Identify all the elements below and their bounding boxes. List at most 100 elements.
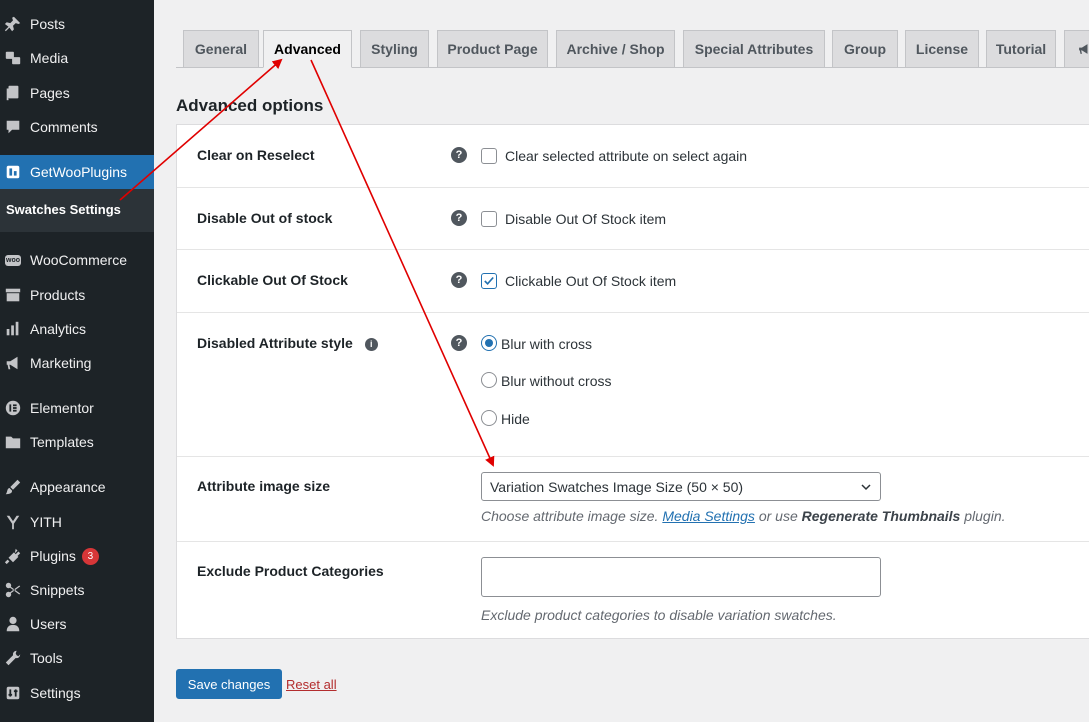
tab-license[interactable]: License	[905, 30, 979, 67]
tab-general[interactable]: General	[183, 30, 259, 67]
select-value: Variation Swatches Image Size (50 × 50)	[490, 478, 744, 495]
sidebar-item-woocommerce[interactable]: woo WooCommerce	[0, 243, 154, 277]
sidebar-item-label: Media	[30, 50, 69, 66]
sidebar-item-label: YITH	[30, 514, 62, 530]
sidebar-item-label: Templates	[30, 434, 94, 450]
plugins-update-badge: 3	[81, 547, 99, 565]
row-divider	[177, 249, 1089, 250]
disable-out-of-stock-checkbox[interactable]	[481, 211, 497, 227]
attribute-image-size-select[interactable]: Variation Swatches Image Size (50 × 50)	[481, 472, 881, 501]
tab-group[interactable]: Group	[832, 30, 898, 67]
plug-icon	[4, 547, 22, 565]
yith-icon	[4, 513, 22, 531]
sidebar-item-marketing[interactable]: Marketing	[0, 346, 154, 380]
disable-out-of-stock-label: Disable Out of stock	[197, 210, 333, 226]
sidebar-item-label: Comments	[30, 119, 98, 135]
radio-blur-without-cross-label[interactable]: Blur without cross	[501, 373, 611, 389]
bar-chart-icon	[4, 320, 22, 338]
sidebar-item-tools[interactable]: Tools	[0, 641, 154, 675]
tab-product-page[interactable]: Product Page	[437, 30, 548, 67]
sidebar-item-analytics[interactable]: Analytics	[0, 312, 154, 346]
help-icon[interactable]: ?	[451, 272, 467, 288]
clear-on-reselect-text[interactable]: Clear selected attribute on select again	[505, 148, 747, 164]
user-icon	[4, 615, 22, 633]
info-icon[interactable]: i	[364, 337, 378, 351]
sidebar-item-label: Analytics	[30, 321, 87, 337]
sidebar-item-plugins[interactable]: Plugins 3	[0, 539, 154, 573]
wrench-icon	[4, 649, 22, 667]
row-divider	[177, 541, 1089, 542]
tab-styling[interactable]: Styling	[360, 30, 429, 67]
row-divider	[177, 456, 1089, 457]
pin-icon	[4, 15, 22, 33]
archive-icon	[4, 286, 22, 304]
exclude-categories-desc: Exclude product categories to disable va…	[481, 607, 837, 623]
help-icon[interactable]: ?	[451, 210, 467, 226]
woo-logo-text: woo	[5, 254, 21, 266]
section-title: Advanced options	[176, 96, 324, 115]
sidebar-item-users[interactable]: Users	[0, 607, 154, 641]
tab-overflow[interactable]	[1064, 30, 1089, 67]
help-icon[interactable]: ?	[451, 335, 467, 351]
sidebar-subitem-swatches-settings[interactable]: Swatches Settings	[6, 202, 121, 217]
sidebar-item-appearance[interactable]: Appearance	[0, 470, 154, 504]
sidebar-item-media[interactable]: Media	[0, 41, 154, 75]
sidebar-item-label: Settings	[30, 685, 81, 701]
sidebar-item-snippets[interactable]: Snippets	[0, 573, 154, 607]
radio-hide-label[interactable]: Hide	[501, 411, 530, 427]
desc-mid: or use	[758, 508, 798, 524]
clear-on-reselect-checkbox[interactable]	[481, 148, 497, 164]
elementor-icon	[4, 399, 22, 417]
clickable-out-of-stock-label: Clickable Out Of Stock	[197, 272, 348, 288]
radio-blur-without-cross[interactable]	[481, 372, 497, 388]
scissors-icon	[4, 581, 22, 599]
sidebar-item-pages[interactable]: Pages	[0, 76, 154, 110]
megaphone-icon	[4, 354, 22, 372]
megaphone-icon	[1079, 44, 1088, 54]
radio-hide[interactable]	[481, 410, 497, 426]
disable-out-of-stock-text[interactable]: Disable Out Of Stock item	[505, 211, 666, 227]
folder-icon	[4, 433, 22, 451]
tab-archive-shop[interactable]: Archive / Shop	[556, 30, 675, 67]
sidebar-submenu: Swatches Settings	[0, 189, 154, 232]
reset-all-link[interactable]: Reset all	[286, 677, 337, 692]
disabled-attribute-style-label-text: Disabled Attribute style	[197, 335, 353, 351]
sidebar-item-label: Users	[30, 616, 67, 632]
woo-icon: woo	[4, 251, 22, 269]
exclude-categories-input[interactable]	[481, 557, 881, 597]
sidebar-item-posts[interactable]: Posts	[0, 7, 154, 41]
attribute-image-size-label: Attribute image size	[197, 478, 331, 494]
desc-prefix: Choose attribute image size.	[481, 508, 659, 524]
save-changes-button[interactable]: Save changes	[176, 669, 282, 699]
sidebar-item-settings[interactable]: Settings	[0, 676, 154, 710]
sidebar-item-comments[interactable]: Comments	[0, 110, 154, 144]
sidebar-item-label: Elementor	[30, 400, 94, 416]
exclude-categories-label: Exclude Product Categories	[197, 563, 384, 579]
settings-tabs: General Advanced Styling Product Page Ar…	[176, 30, 1089, 68]
sidebar-item-label: Pages	[30, 85, 70, 101]
sidebar-item-label: Appearance	[30, 479, 106, 495]
clickable-out-of-stock-text[interactable]: Clickable Out Of Stock item	[505, 273, 676, 289]
plugin-logo-icon	[4, 163, 22, 181]
sidebar-item-templates[interactable]: Templates	[0, 425, 154, 459]
row-divider	[177, 187, 1089, 188]
tab-tutorial[interactable]: Tutorial	[986, 30, 1056, 67]
help-icon[interactable]: ?	[451, 147, 467, 163]
admin-sidebar: Posts Media Pages Comments GetWooPlugins…	[0, 0, 154, 722]
media-settings-link[interactable]: Media Settings	[662, 508, 755, 524]
disabled-attribute-style-label: Disabled Attribute style i	[197, 335, 378, 351]
sidebar-item-getwooplugins[interactable]: GetWooPlugins	[0, 155, 154, 189]
clickable-out-of-stock-checkbox[interactable]	[481, 273, 497, 289]
radio-blur-with-cross[interactable]	[481, 335, 497, 351]
tab-special-attributes[interactable]: Special Attributes	[683, 30, 825, 67]
tab-advanced[interactable]: Advanced	[263, 30, 352, 68]
checkmark-icon	[484, 276, 494, 286]
sidebar-item-label: WooCommerce	[30, 252, 127, 268]
chevron-down-icon	[861, 484, 871, 491]
sidebar-item-elementor[interactable]: Elementor	[0, 391, 154, 425]
settings-icon	[4, 684, 22, 702]
radio-blur-with-cross-label[interactable]: Blur with cross	[501, 336, 592, 352]
sidebar-item-yith[interactable]: YITH	[0, 505, 154, 539]
clear-on-reselect-label: Clear on Reselect	[197, 147, 315, 163]
sidebar-item-products[interactable]: Products	[0, 278, 154, 312]
